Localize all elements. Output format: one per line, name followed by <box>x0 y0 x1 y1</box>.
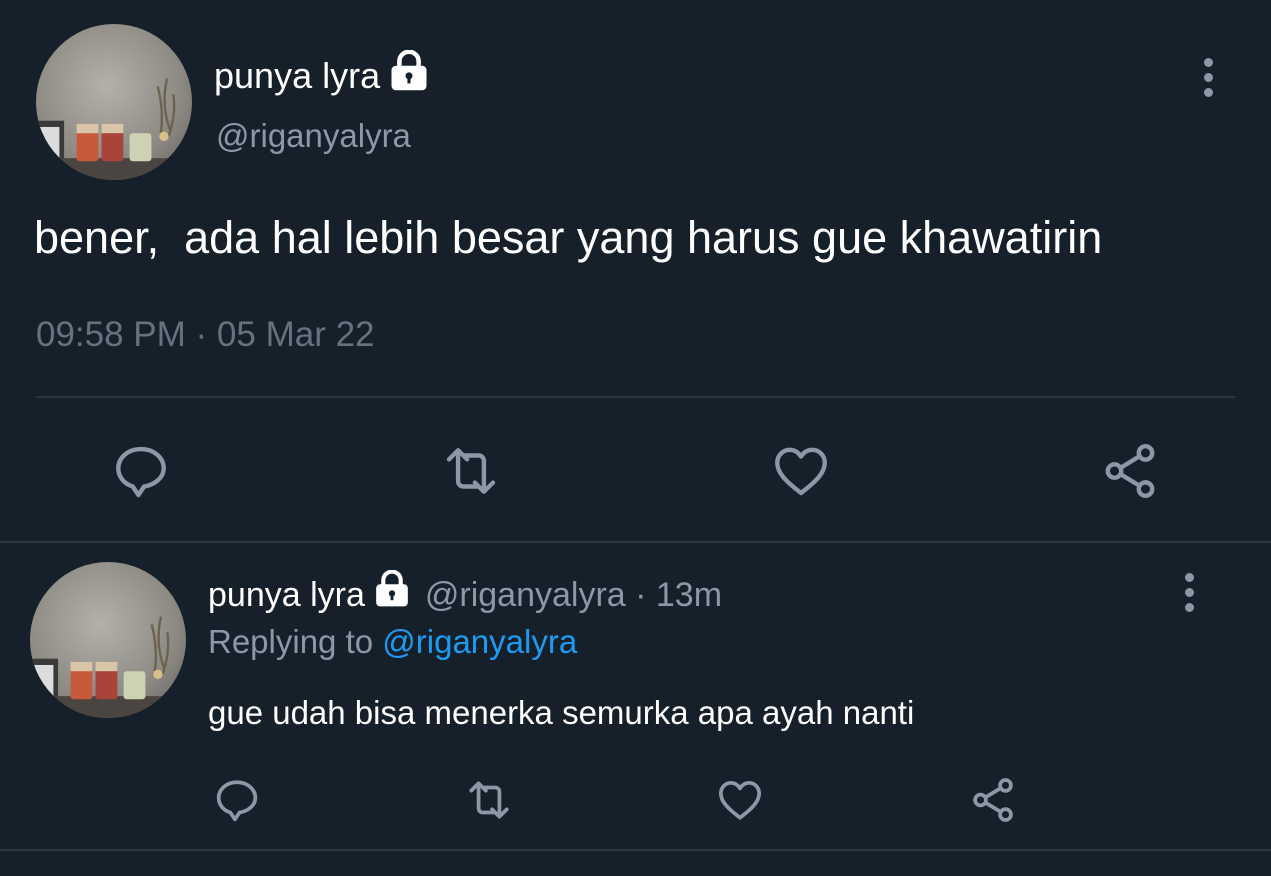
retweet-button[interactable] <box>462 775 516 825</box>
lock-icon <box>373 569 411 620</box>
tweet-timestamp: 09:58 PM · 05 Mar 22 <box>36 315 375 354</box>
reply-button[interactable] <box>212 775 262 825</box>
reply-button[interactable] <box>110 440 172 502</box>
reply-icon <box>116 446 166 498</box>
lock-icon <box>388 49 430 102</box>
avatar[interactable] <box>36 24 192 180</box>
retweet-icon <box>469 781 509 819</box>
more-vertical-icon[interactable] <box>1193 58 1223 97</box>
retweet-icon <box>446 448 496 494</box>
like-button[interactable] <box>715 775 765 825</box>
divider <box>0 849 1271 851</box>
tweet-text: bener, ada hal lebih besar yang harus gu… <box>34 212 1103 263</box>
divider <box>36 396 1235 398</box>
handle[interactable]: @riganyalyra <box>216 114 411 158</box>
avatar-image <box>30 562 186 718</box>
replying-to-mention[interactable]: @riganyalyra <box>382 623 577 660</box>
retweet-button[interactable] <box>438 440 504 502</box>
share-icon <box>1105 444 1155 498</box>
share-icon <box>973 778 1013 822</box>
share-button[interactable] <box>1099 440 1161 502</box>
display-name-text: punya lyra <box>214 55 381 96</box>
handle-and-time[interactable]: @riganyalyra · 13m <box>425 572 722 618</box>
avatar[interactable] <box>30 562 186 718</box>
replying-to-label: Replying to <box>208 623 374 660</box>
display-name[interactable]: punya lyra <box>208 572 365 618</box>
like-button[interactable] <box>770 440 832 502</box>
heart-icon <box>775 447 827 496</box>
reply-icon <box>216 780 258 822</box>
more-vertical-icon[interactable] <box>1174 573 1204 612</box>
avatar-image <box>36 24 192 180</box>
display-name[interactable]: punya lyra <box>214 49 430 102</box>
reply-header: punya lyra @riganyalyra · 13m <box>208 569 722 620</box>
tweet-text: gue udah bisa menerka semurka apa ayah n… <box>208 694 915 731</box>
replying-to: Replying to @riganyalyra <box>208 620 577 664</box>
divider <box>0 541 1271 543</box>
share-button[interactable] <box>968 775 1018 825</box>
heart-icon <box>718 781 762 820</box>
